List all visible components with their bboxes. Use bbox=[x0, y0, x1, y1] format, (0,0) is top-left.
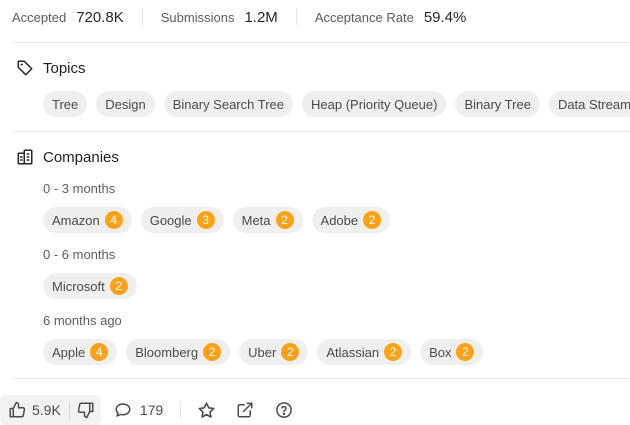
stat-accepted: Accepted 720.8K bbox=[12, 9, 124, 26]
company-name: Amazon bbox=[52, 212, 100, 228]
company-name: Atlassian bbox=[326, 344, 380, 360]
thumbs-up-icon bbox=[8, 401, 26, 419]
company-tag[interactable]: Amazon 4 bbox=[43, 207, 132, 233]
company-tag[interactable]: Google 3 bbox=[140, 207, 224, 233]
help-button[interactable] bbox=[274, 400, 294, 420]
tag-icon bbox=[15, 58, 35, 78]
company-list: Amazon 4 Google 3 Meta 2 Adobe 2 bbox=[43, 207, 399, 233]
company-count-badge: 2 bbox=[384, 343, 403, 361]
company-name: Google bbox=[149, 212, 192, 228]
comment-icon bbox=[114, 401, 132, 419]
stat-acceptance-rate: Acceptance Rate 59.4% bbox=[315, 9, 467, 26]
company-count-badge: 2 bbox=[275, 211, 294, 229]
stat-label: Accepted bbox=[12, 9, 67, 25]
dislike-button[interactable] bbox=[70, 395, 101, 425]
topics-header[interactable]: Topics bbox=[15, 58, 86, 78]
topic-tag[interactable]: Design bbox=[96, 91, 155, 117]
help-icon bbox=[275, 401, 293, 419]
stat-divider bbox=[295, 9, 297, 25]
section-divider bbox=[12, 42, 630, 43]
like-button[interactable]: 5.9K bbox=[0, 395, 69, 425]
star-icon bbox=[197, 401, 216, 420]
topic-tag[interactable]: Heap (Priority Queue) bbox=[302, 91, 447, 117]
company-name: Microsoft bbox=[52, 278, 105, 294]
company-name: Uber bbox=[248, 344, 277, 360]
topic-tag[interactable]: Binary Tree bbox=[455, 91, 540, 117]
company-tag[interactable]: Box 2 bbox=[420, 339, 484, 365]
building-icon bbox=[15, 147, 35, 167]
company-count-badge: 4 bbox=[104, 211, 123, 229]
company-name: Box bbox=[429, 344, 452, 360]
company-name: Bloomberg bbox=[135, 344, 199, 360]
company-count-badge: 2 bbox=[456, 343, 475, 361]
submission-stats: Accepted 720.8K Submissions 1.2M Accepta… bbox=[12, 8, 466, 26]
companies-title: Companies bbox=[43, 148, 119, 166]
company-tag[interactable]: Microsoft 2 bbox=[43, 273, 137, 299]
topic-tag[interactable]: Data Stream bbox=[548, 91, 630, 117]
stat-divider bbox=[141, 9, 143, 25]
company-count-badge: 4 bbox=[90, 343, 109, 361]
company-tag[interactable]: Bloomberg 2 bbox=[126, 339, 231, 365]
stat-label: Submissions bbox=[160, 9, 235, 25]
action-divider bbox=[180, 401, 182, 419]
stat-value: 59.4% bbox=[423, 8, 467, 26]
topic-tag[interactable]: Tree bbox=[43, 91, 88, 117]
stat-value: 720.8K bbox=[76, 8, 124, 26]
section-divider bbox=[12, 378, 630, 379]
company-list: Microsoft 2 bbox=[43, 273, 146, 299]
company-name: Adobe bbox=[320, 212, 359, 228]
company-count-badge: 3 bbox=[196, 211, 215, 229]
stat-value: 1.2M bbox=[244, 8, 278, 26]
company-count-badge: 2 bbox=[363, 211, 382, 229]
company-name: Apple bbox=[52, 344, 86, 360]
stat-label: Acceptance Rate bbox=[314, 9, 414, 25]
period-label: 0 - 6 months bbox=[43, 247, 116, 262]
thumbs-down-icon bbox=[77, 401, 95, 419]
company-tag[interactable]: Meta 2 bbox=[232, 207, 303, 233]
topic-tag[interactable]: Binary Search Tree bbox=[163, 91, 293, 117]
share-icon bbox=[236, 401, 254, 419]
topics-title: Topics bbox=[43, 59, 86, 77]
company-tag[interactable]: Uber 2 bbox=[239, 339, 309, 365]
company-name: Meta bbox=[241, 212, 271, 228]
period-label: 6 months ago bbox=[43, 313, 122, 328]
company-tag[interactable]: Atlassian 2 bbox=[317, 339, 412, 365]
companies-header[interactable]: Companies bbox=[15, 147, 119, 167]
like-count: 5.9K bbox=[32, 402, 61, 418]
comments-button[interactable]: 179 bbox=[114, 401, 163, 419]
vote-group: 5.9K bbox=[0, 395, 101, 425]
period-label: 0 - 3 months bbox=[43, 181, 116, 196]
section-divider bbox=[12, 131, 630, 132]
company-count-badge: 2 bbox=[203, 343, 222, 361]
action-bar: 5.9K 179 bbox=[0, 395, 313, 425]
stat-submissions: Submissions 1.2M bbox=[161, 9, 278, 26]
company-count-badge: 2 bbox=[281, 343, 300, 361]
company-tag[interactable]: Adobe 2 bbox=[311, 207, 391, 233]
share-button[interactable] bbox=[235, 400, 255, 420]
comment-count: 179 bbox=[139, 402, 164, 418]
topic-list: Tree Design Binary Search Tree Heap (Pri… bbox=[43, 91, 630, 117]
company-count-badge: 2 bbox=[109, 277, 128, 295]
company-tag[interactable]: Apple 4 bbox=[43, 339, 118, 365]
favorite-button[interactable] bbox=[196, 400, 216, 420]
company-list: Apple 4 Bloomberg 2 Uber 2 Atlassian 2 Box 2 bbox=[43, 339, 492, 365]
